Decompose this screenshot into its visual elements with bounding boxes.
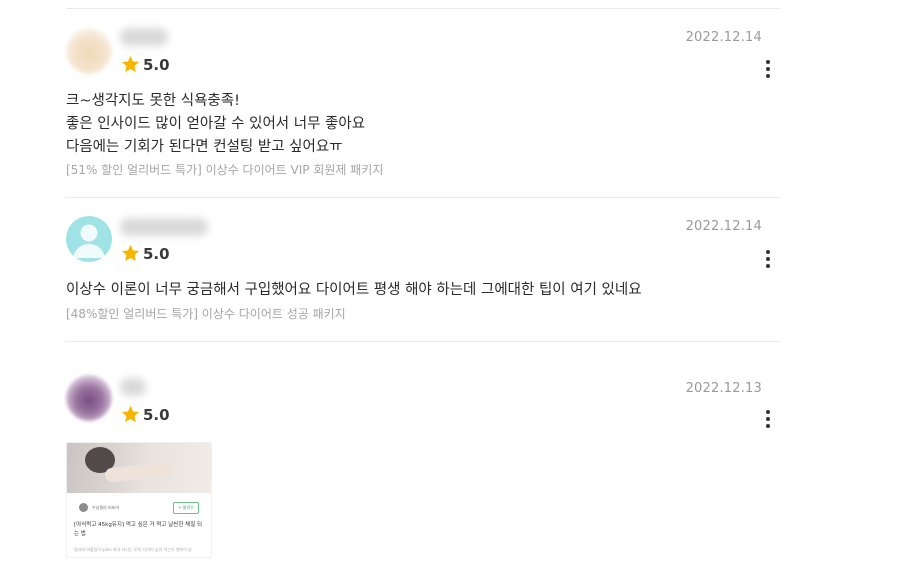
avatar [66, 28, 112, 74]
thumbnail-author-avatar [79, 503, 88, 512]
star-icon [121, 55, 140, 73]
review-item: 5.0 2022.12.14 크~생각지도 못한 식욕충족! 좋은 인사이드 많… [66, 22, 780, 192]
more-options-icon[interactable] [760, 407, 776, 431]
review-text-line: 이상수 이론이 너무 궁금해서 구입했어요 다이어트 평생 해야 하는데 그에대… [66, 282, 642, 298]
product-link[interactable]: [48%할인 얼리버드 특가] 이상수 다이어트 성공 패키지 [66, 305, 346, 322]
thumbnail-author: 수성필리 비포어 [92, 504, 120, 510]
review-item: 5.0 2022.12.13 수성필리 비포어 + 팔로우 [야식먹고 45kg… [66, 372, 780, 562]
review-attachment-thumbnail[interactable]: 수성필리 비포어 + 팔로우 [야식먹고 45kg유지] 먹고 싶은 거 먹고 … [66, 442, 212, 558]
star-icon [121, 405, 140, 423]
rating: 5.0 [120, 243, 170, 264]
review-text-line: 크~생각지도 못한 식욕충족! [66, 93, 240, 109]
review-date: 2022.12.14 [685, 30, 762, 45]
review-text-line: 다음에는 기회가 된다면 컨설팅 받고 싶어요ㅠ [66, 139, 343, 155]
thumbnail-author-row: 수성필리 비포어 [79, 503, 119, 512]
review-text-line: 좋은 인사이드 많이 얻아갈 수 있어서 너무 좋아요 [66, 116, 366, 132]
rating: 5.0 [120, 404, 170, 425]
thumbnail-photo [67, 443, 211, 493]
thumbnail-follow-button: + 팔로우 [173, 502, 199, 514]
photo-figure-arm [104, 461, 176, 483]
review-text: 크~생각지도 못한 식욕충족! 좋은 인사이드 많이 얻아갈 수 있어서 너무 … [66, 90, 365, 159]
nickname-blurred [120, 28, 168, 46]
review-date: 2022.12.13 [685, 381, 762, 396]
thumbnail-description: 필라테 마블링이 yoko 와의 다니는 토끼 다이어 습관 먹는다 멘보어 남 [74, 547, 192, 552]
more-options-icon[interactable] [760, 247, 776, 271]
nickname-blurred [120, 218, 208, 236]
nickname-blurred [120, 378, 146, 396]
rating: 5.0 [120, 54, 170, 75]
thumbnail-title: [야식먹고 45kg유지] 먹고 싶은 거 먹고 날씬한 체질 되는 법 [74, 522, 203, 537]
default-user-icon [73, 224, 105, 258]
rating-value: 5.0 [143, 405, 170, 424]
review-date: 2022.12.14 [685, 219, 762, 234]
avatar [66, 216, 112, 262]
divider-1 [66, 197, 780, 198]
more-options-icon[interactable] [760, 57, 776, 81]
rating-value: 5.0 [143, 244, 170, 263]
rating-value: 5.0 [143, 55, 170, 74]
divider-2 [66, 341, 780, 342]
product-link[interactable]: [51% 할인 얼리버드 특가] 이상수 다이어트 VIP 회원제 패키지 [66, 161, 383, 178]
star-icon [121, 244, 140, 262]
divider-top [66, 8, 780, 9]
review-item: 5.0 2022.12.14 이상수 이론이 너무 궁금해서 구입했어요 다이어… [66, 212, 780, 332]
review-text: 이상수 이론이 너무 궁금해서 구입했어요 다이어트 평생 해야 하는데 그에대… [66, 279, 642, 302]
avatar [66, 375, 112, 421]
